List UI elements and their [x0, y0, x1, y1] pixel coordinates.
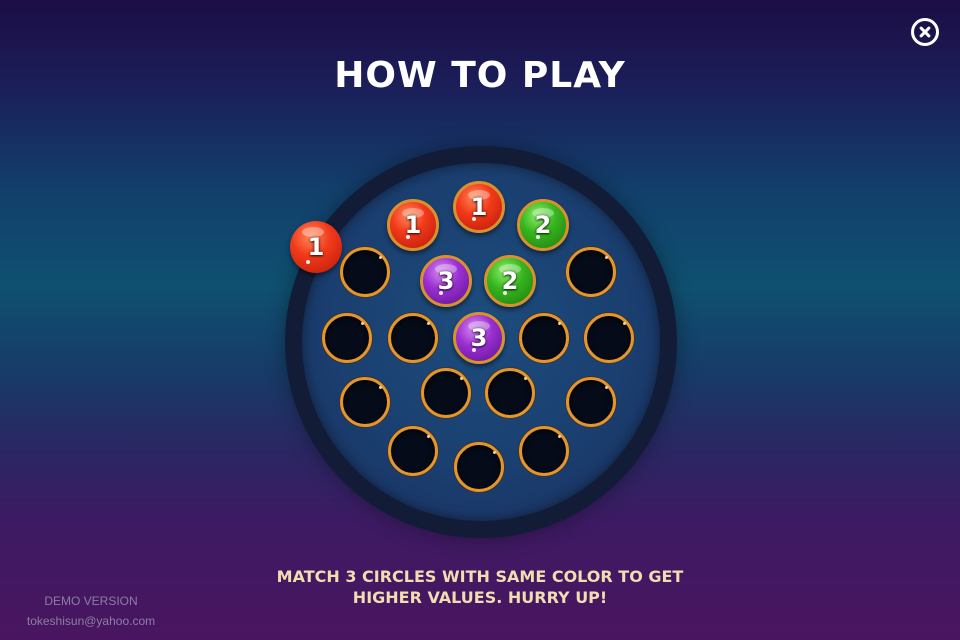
ball-red-1[interactable]: 1	[290, 221, 342, 273]
instruction-line-2: HIGHER VALUES. HURRY UP!	[352, 588, 608, 607]
page-title: HOW TO PLAY	[334, 55, 626, 96]
board-slot[interactable]	[388, 426, 438, 476]
ball-purple-3[interactable]: 3	[453, 312, 505, 364]
board-slot[interactable]	[340, 377, 390, 427]
board-slot[interactable]	[566, 247, 616, 297]
board-slot[interactable]	[340, 247, 390, 297]
board-slot[interactable]	[454, 442, 504, 492]
ball-green-2[interactable]: 2	[517, 199, 569, 251]
board-slot[interactable]	[388, 313, 438, 363]
board-slot[interactable]	[485, 368, 535, 418]
board-slot[interactable]	[519, 426, 569, 476]
board-slot[interactable]	[584, 313, 634, 363]
ball-red-1[interactable]: 1	[387, 199, 439, 251]
close-icon[interactable]	[911, 18, 939, 46]
ball-number: 3	[470, 324, 488, 352]
contact-email: tokeshisun@yahoo.com	[26, 614, 156, 628]
board-slot[interactable]	[566, 377, 616, 427]
ball-number: 2	[534, 211, 552, 239]
ball-green-2[interactable]: 2	[484, 255, 536, 307]
ball-number: 1	[307, 233, 325, 261]
ball-number: 3	[437, 267, 455, 295]
board-slot[interactable]	[322, 313, 372, 363]
ball-number: 1	[404, 211, 422, 239]
instruction-text: MATCH 3 CIRCLES WITH SAME COLOR TO GET H…	[180, 566, 780, 608]
instruction-line-1: MATCH 3 CIRCLES WITH SAME COLOR TO GET	[276, 567, 684, 586]
demo-version-label: DEMO VERSION	[44, 594, 138, 608]
ball-purple-3[interactable]: 3	[420, 255, 472, 307]
board-slot[interactable]	[519, 313, 569, 363]
ball-number: 1	[470, 193, 488, 221]
ball-red-1[interactable]: 1	[453, 181, 505, 233]
board-slot[interactable]	[421, 368, 471, 418]
ball-number: 2	[501, 267, 519, 295]
